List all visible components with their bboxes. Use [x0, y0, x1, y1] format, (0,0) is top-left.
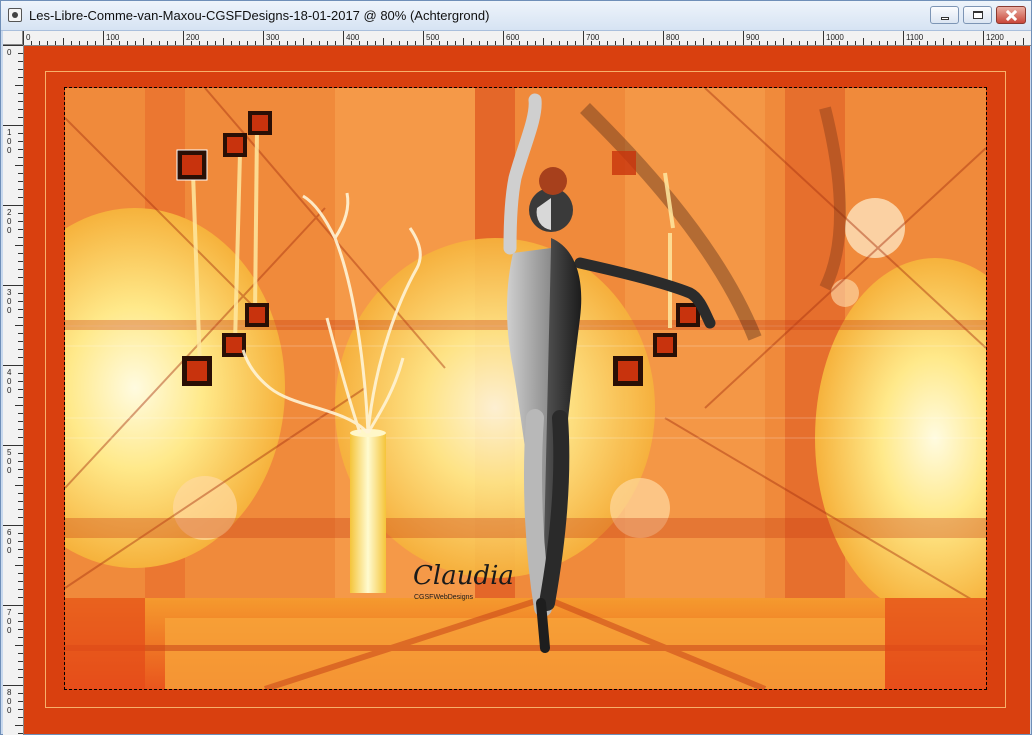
ruler-left-label: 0 [7, 48, 12, 57]
ruler-left-label: 0 [7, 137, 12, 146]
ruler-left-label: 0 [7, 457, 12, 466]
ruler-left-label: 8 [7, 688, 12, 697]
ruler-left-label: 0 [7, 306, 12, 315]
ruler-top-label: 1200 [986, 33, 1004, 42]
ruler-left-label: 0 [7, 377, 12, 386]
ruler-left-label: 0 [7, 706, 12, 715]
ruler-top-label: 1000 [826, 33, 844, 42]
ruler-top-label: 100 [106, 33, 120, 42]
ruler-left-label: 0 [7, 146, 12, 155]
close-button[interactable] [996, 6, 1026, 24]
horizontal-ruler[interactable]: 0 100 200 300 400 500 600 700 800 900 1000 1100 1200 [23, 31, 1031, 46]
maximize-button[interactable] [963, 6, 992, 24]
horizontal-ruler-ticks: 0 100 200 300 400 500 600 700 800 900 1000 1100 1200 [23, 31, 1024, 45]
ruler-left-label: 0 [7, 386, 12, 395]
ruler-top-label: 200 [186, 33, 200, 42]
selection-marquee[interactable] [64, 87, 987, 690]
ruler-left-label: 7 [7, 608, 12, 617]
ruler-left-label: 5 [7, 448, 12, 457]
ruler-left-label: 0 [7, 546, 12, 555]
ruler-top-label: 800 [666, 33, 680, 42]
ruler-left-label: 0 [7, 297, 12, 306]
window-title: Les-Libre-Comme-van-Maxou-CGSFDesigns-18… [29, 8, 490, 23]
ruler-left-label: 6 [7, 528, 12, 537]
minimize-button[interactable] [930, 6, 959, 24]
ruler-left-label: 0 [7, 217, 12, 226]
image-canvas[interactable]: Claudia CGSFWebDesigns [24, 46, 1030, 734]
ruler-top-label: 0 [26, 33, 31, 42]
ruler-left-label: 3 [7, 288, 12, 297]
ruler-left-label: 2 [7, 208, 12, 217]
paint-shop-pro-document-icon[interactable] [8, 8, 22, 22]
ruler-corner [3, 31, 23, 45]
ruler-top-label: 300 [266, 33, 280, 42]
ruler-top-label: 500 [426, 33, 440, 42]
ruler-top-label: 400 [346, 33, 360, 42]
ruler-left-label: 0 [7, 697, 12, 706]
ruler-left-label: 0 [7, 617, 12, 626]
ruler-left-label: 4 [7, 368, 12, 377]
vertical-ruler-ticks: 0100200300400500600700800 [3, 45, 23, 734]
ruler-top-label: 900 [746, 33, 760, 42]
ruler-left-label: 0 [7, 626, 12, 635]
image-document-window: Les-Libre-Comme-van-Maxou-CGSFDesigns-18… [0, 0, 1032, 735]
ruler-top-label: 700 [586, 33, 600, 42]
ruler-top-label: 1100 [906, 33, 924, 42]
ruler-left-label: 1 [7, 128, 12, 137]
ruler-left-label: 0 [7, 466, 12, 475]
ruler-left-label: 0 [7, 537, 12, 546]
ruler-left-label: 0 [7, 226, 12, 235]
vertical-ruler[interactable]: 0100200300400500600700800 [3, 45, 24, 735]
ruler-top-label: 600 [506, 33, 520, 42]
title-bar[interactable]: Les-Libre-Comme-van-Maxou-CGSFDesigns-18… [1, 1, 1031, 31]
